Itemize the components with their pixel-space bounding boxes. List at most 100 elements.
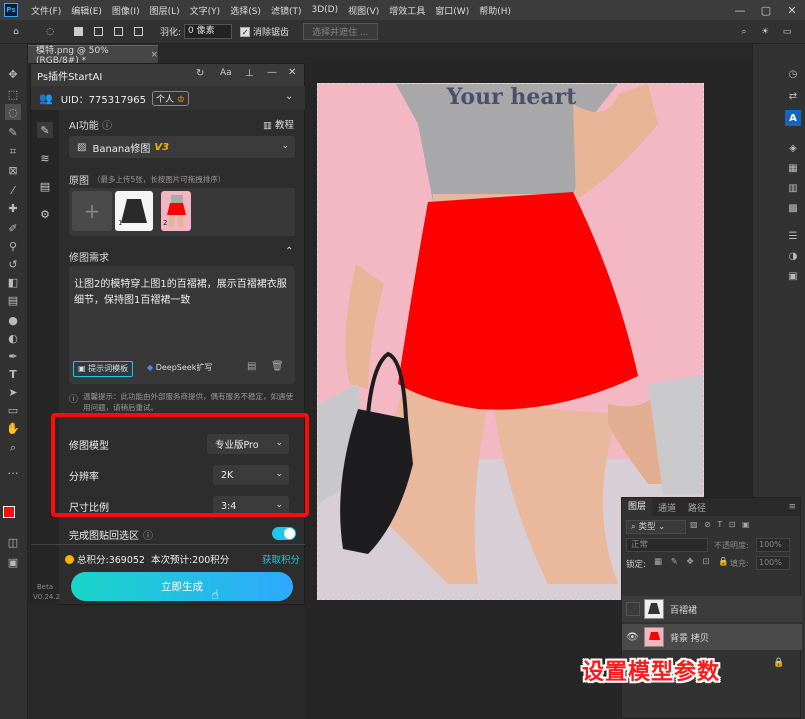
lasso-tool-preset-icon[interactable]: ◌: [42, 24, 58, 40]
opacity-input[interactable]: 100%: [756, 538, 790, 552]
new-selection-icon[interactable]: [70, 24, 86, 40]
tab-channels[interactable]: 通道: [652, 501, 682, 514]
gradients-panel-icon[interactable]: ▥: [785, 180, 801, 196]
intersect-selection-icon[interactable]: [130, 24, 146, 40]
add-image-button[interactable]: +: [72, 191, 112, 231]
frame-tool-icon[interactable]: ⊠: [5, 162, 21, 178]
chevron-up-icon[interactable]: ⌃: [285, 246, 293, 257]
menu-layer[interactable]: 图层(L): [145, 4, 185, 17]
document-tab[interactable]: 模特.png @ 50%(RGB/8#) * ×: [28, 45, 158, 66]
document-mode-icon[interactable]: ▤: [37, 178, 53, 194]
screen-mode-icon[interactable]: ▣: [5, 554, 21, 570]
deepseek-expand-button[interactable]: ◆ DeepSeek扩写: [147, 362, 212, 373]
prompt-template-button[interactable]: ▣ 提示词模板: [73, 361, 134, 377]
layer-row[interactable]: 👁 背景 拷贝: [622, 624, 802, 650]
layer-filter-icons[interactable]: ▨ ⊘ T ⊡ ▣: [690, 520, 752, 529]
color-panel-icon[interactable]: ◈: [785, 140, 801, 156]
eyedropper-tool-icon[interactable]: ⁄: [5, 182, 21, 198]
reference-thumb-1[interactable]: 1: [115, 191, 153, 231]
gradient-tool-icon[interactable]: ▤: [5, 292, 21, 308]
tab-layers[interactable]: 图层: [622, 498, 653, 516]
history-icon[interactable]: ▤: [247, 361, 256, 372]
menu-help[interactable]: 帮助(H): [474, 4, 516, 17]
edit-mode-icon[interactable]: ✎: [37, 122, 53, 138]
hand-tool-icon[interactable]: ✋: [5, 420, 21, 436]
account-row[interactable]: 👥 UID：775317965 个人 ♔ ⌄: [31, 86, 305, 110]
healing-brush-icon[interactable]: ✚: [5, 200, 21, 216]
subtract-selection-icon[interactable]: [110, 24, 126, 40]
get-points-link[interactable]: 获取积分: [262, 552, 300, 566]
patterns-panel-icon[interactable]: ▩: [785, 200, 801, 216]
properties-panel-icon[interactable]: ☰: [785, 228, 801, 244]
menu-type[interactable]: 文字(Y): [185, 4, 226, 17]
layer-filter-select[interactable]: ⌕ 类型 ⌄: [626, 520, 686, 534]
select-and-mask-button[interactable]: 选择并遮住 ...: [303, 23, 378, 40]
path-select-icon[interactable]: ➤: [5, 384, 21, 400]
layers-mode-icon[interactable]: ≋: [37, 150, 53, 166]
layer-row[interactable]: 百褶裙: [622, 596, 802, 622]
eye-icon[interactable]: 👁: [626, 632, 640, 643]
type-tool-icon[interactable]: T: [5, 366, 21, 382]
menu-image[interactable]: 图像(I): [107, 4, 145, 17]
menu-edit[interactable]: 编辑(E): [66, 4, 107, 17]
history-panel-icon[interactable]: ◷: [785, 66, 801, 82]
menu-3d[interactable]: 3D(D): [306, 5, 343, 15]
tab-paths[interactable]: 路径: [682, 501, 712, 514]
close-tab-icon[interactable]: ×: [150, 50, 158, 60]
visibility-off-box[interactable]: [626, 602, 640, 616]
close-panel-icon[interactable]: ✕: [288, 67, 296, 78]
swatches-panel-icon[interactable]: ▦: [785, 160, 801, 176]
channels-panel-icon[interactable]: ◑: [785, 248, 801, 264]
ai-function-dropdown[interactable]: ▨ Banana修图 V3 ⌄: [69, 136, 295, 158]
workspace-icon[interactable]: ▭: [779, 24, 795, 40]
quick-select-tool-icon[interactable]: ✎: [5, 124, 21, 140]
marquee-tool-icon[interactable]: ⬚: [5, 86, 21, 102]
menu-window[interactable]: 窗口(W): [430, 4, 474, 17]
antialias-checkbox[interactable]: ✓: [240, 26, 251, 37]
trash-icon[interactable]: 🗑: [271, 361, 284, 372]
eraser-tool-icon[interactable]: ◧: [5, 274, 21, 290]
history-brush-icon[interactable]: ↺: [5, 256, 21, 272]
feather-input[interactable]: 0 像素: [184, 24, 233, 39]
blend-mode-select[interactable]: 正常: [626, 538, 708, 552]
rectangle-tool-icon[interactable]: ▭: [5, 402, 21, 418]
minimize-icon[interactable]: —: [727, 0, 753, 20]
generate-button[interactable]: 立即生成: [71, 572, 293, 601]
panel-menu-icon[interactable]: ≡: [788, 502, 796, 512]
menu-file[interactable]: 文件(F): [26, 4, 66, 17]
search-icon[interactable]: ⌕: [736, 24, 752, 40]
clone-stamp-icon[interactable]: ⚲: [5, 238, 21, 254]
account-chevron-icon[interactable]: ⌄: [285, 91, 293, 102]
close-window-icon[interactable]: ✕: [779, 0, 805, 20]
startai-panel-icon[interactable]: A: [785, 110, 801, 126]
adjustments-panel-icon[interactable]: ⇄: [785, 88, 801, 104]
lightbulb-icon[interactable]: ☀: [757, 24, 773, 40]
menu-view[interactable]: 视图(V): [343, 4, 384, 17]
brush-tool-icon[interactable]: ✐: [5, 220, 21, 236]
lasso-tool-icon[interactable]: ◌: [5, 104, 21, 120]
crop-tool-icon[interactable]: ⌗: [5, 144, 21, 160]
more-tools-icon[interactable]: …: [5, 462, 21, 478]
zoom-tool-icon[interactable]: ⌕: [5, 440, 21, 456]
menu-plugins[interactable]: 增效工具: [384, 4, 430, 17]
tutorial-link[interactable]: ▥ 教程: [263, 117, 294, 131]
lock-icons[interactable]: ▦ ✎ ✥ ⊡ 🔒: [654, 557, 732, 567]
quick-mask-icon[interactable]: ◫: [5, 534, 21, 550]
fill-input[interactable]: 100%: [756, 556, 790, 570]
blur-tool-icon[interactable]: ●: [5, 312, 21, 328]
font-size-icon[interactable]: Aa: [220, 68, 232, 78]
libraries-panel-icon[interactable]: ▣: [785, 268, 801, 284]
dodge-tool-icon[interactable]: ◐: [5, 330, 21, 346]
pin-icon[interactable]: ⊥: [245, 68, 254, 79]
pen-tool-icon[interactable]: ✒: [5, 348, 21, 364]
maximize-icon[interactable]: ▢: [753, 0, 779, 20]
settings-icon[interactable]: ⚙: [37, 206, 53, 222]
add-selection-icon[interactable]: [90, 24, 106, 40]
refresh-icon[interactable]: ↻: [196, 68, 204, 79]
prompt-textarea[interactable]: 让图2的模特穿上图1的百褶裙，展示百褶裙衣服细节，保持图1百褶裙一致 ▣ 提示词…: [69, 266, 295, 384]
home-icon[interactable]: ⌂: [8, 24, 24, 40]
paste-back-toggle[interactable]: [272, 527, 296, 540]
foreground-color-swatch[interactable]: [3, 506, 15, 518]
reference-thumb-2[interactable]: 2: [161, 191, 191, 231]
menu-select[interactable]: 选择(S): [225, 4, 266, 17]
